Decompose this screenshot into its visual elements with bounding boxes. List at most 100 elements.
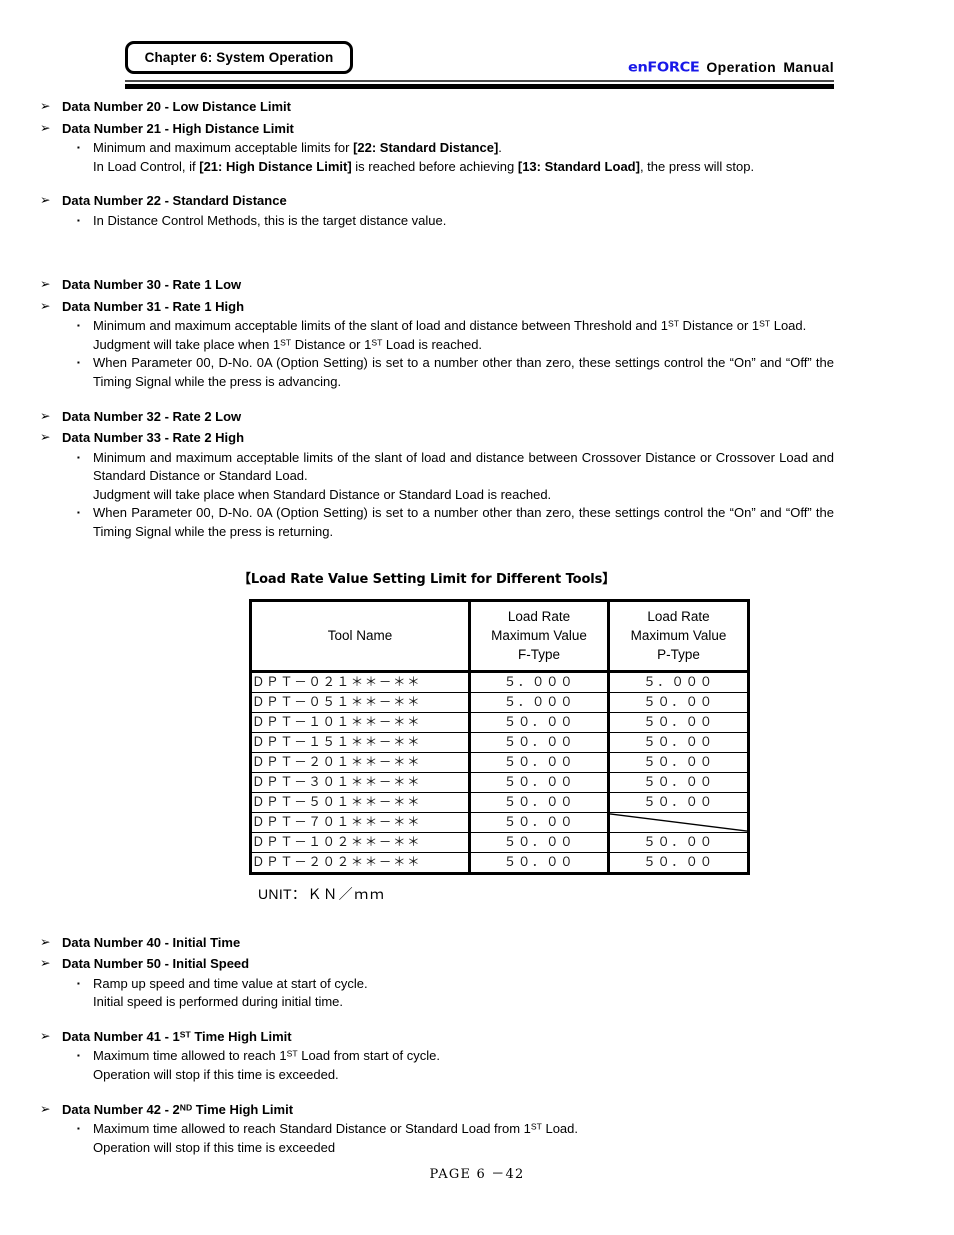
body-dn31-a: ▪ Minimum and maximum acceptable limits …	[0, 317, 954, 354]
square-bullet-icon: ▪	[77, 1124, 80, 1133]
square-bullet-icon: ▪	[77, 1051, 80, 1061]
col-header-ptype-l1: Load Rate	[647, 608, 710, 624]
cell-tool-name: ＤＰＴ－５０１＊＊－＊＊	[250, 791, 471, 813]
document-page: Chapter 6: System Operation enFORCE Oper…	[0, 0, 954, 1235]
cell-ftype: ５０．００	[469, 811, 610, 833]
arrow-bullet-icon: ➢	[40, 99, 51, 113]
unit-value: ＫＮ／ｍｍ	[307, 886, 386, 903]
heading-dn31: ➢ Data Number 31 - Rate 1 High	[0, 296, 954, 318]
dn21-ref-21: [21: High Distance Limit]	[199, 158, 352, 174]
table-caption: 【Load Rate Value Setting Limit for Diffe…	[238, 571, 616, 587]
dn21-ref-13: [13: Standard Load]	[517, 158, 640, 174]
dn31-line1-pre: Minimum and maximum acceptable limits of…	[93, 318, 668, 334]
body-dn42: ▪ Maximum time allowed to reach Standard…	[0, 1120, 954, 1157]
superscript-nd: ND	[179, 1101, 193, 1112]
table-body: ＤＰＴ－０２１＊＊－＊＊ ５．０００ ５．０００ ＤＰＴ－０５１＊＊－＊＊ ５．…	[250, 670, 749, 874]
table-row: ＤＰＴ－２０１＊＊－＊＊ ５０．００ ５０．００	[250, 751, 749, 773]
cell-ftype: ５．０００	[469, 670, 610, 693]
page-footer: PAGE 6 －42	[0, 1163, 954, 1182]
superscript-st: ST	[280, 337, 292, 348]
dn21-line1-c: .	[498, 140, 502, 155]
dn41-line1-post: Load from start of cycle.	[297, 1048, 440, 1064]
load-rate-table-block: 【Load Rate Value Setting Limit for Diffe…	[0, 570, 954, 904]
cell-ftype: ５０．００	[469, 771, 610, 793]
square-bullet-icon: ▪	[77, 358, 80, 368]
cell-ptype: ５０．００	[608, 731, 749, 753]
dn41-line1-pre: Maximum time allowed to reach 1	[93, 1048, 287, 1064]
dn22-line1: In Distance Control Methods, this is the…	[93, 212, 447, 228]
cell-ftype: ５０．００	[469, 791, 610, 813]
dn42-line1-post: Load.	[541, 1121, 579, 1136]
dn42-line2: Operation will stop if this time is exce…	[93, 1139, 336, 1155]
heading-dn40-label: Data Number 40 - Initial Time	[62, 934, 241, 950]
superscript-st: ST	[667, 318, 679, 329]
table-head: Tool Name Load Rate Maximum Value F-Type…	[250, 599, 749, 673]
manual-title: enFORCE Operation Manual	[628, 59, 834, 76]
cell-ptype: ５０．００	[608, 831, 749, 853]
body-dn41: ▪ Maximum time allowed to reach 1ST Load…	[0, 1047, 954, 1084]
section-dn32-33: ➢ Data Number 32 - Rate 2 Low ➢ Data Num…	[0, 406, 954, 542]
heading-dn21-label: Data Number 21 - High Distance Limit	[62, 120, 294, 136]
col-header-ftype-l3: F-Type	[517, 646, 560, 662]
cell-tool-name: ＤＰＴ－０２１＊＊－＊＊	[250, 670, 471, 693]
heading-dn30-label: Data Number 30 - Rate 1 Low	[62, 277, 242, 293]
enforce-logo: enFORCE	[628, 60, 700, 76]
body-dn22: ▪ In Distance Control Methods, this is t…	[0, 212, 954, 231]
cell-ptype: ５０．００	[608, 711, 749, 733]
square-bullet-icon: ▪	[77, 978, 80, 988]
superscript-st: ST	[530, 1121, 542, 1132]
arrow-bullet-icon: ➢	[40, 120, 51, 135]
page-content: ➢ Data Number 20 - Low Distance Limit ➢ …	[0, 96, 954, 1157]
superscript-st: ST	[286, 1048, 298, 1059]
heading-dn50-label: Data Number 50 - Initial Speed	[62, 956, 250, 972]
dn31-line1-post: Load.	[770, 318, 807, 334]
dn31-param-advancing: When Parameter 00, D-No. 0A (Option Sett…	[93, 355, 834, 390]
arrow-bullet-icon: ➢	[40, 298, 51, 313]
table-header-row: Tool Name Load Rate Maximum Value F-Type…	[250, 599, 749, 673]
col-header-ftype-l1: Load Rate	[507, 608, 571, 624]
heading-dn33: ➢ Data Number 33 - Rate 2 High	[0, 427, 954, 449]
dn33-line2: Judgment will take place when Standard D…	[93, 486, 552, 502]
heading-dn32: ➢ Data Number 32 - Rate 2 Low	[0, 406, 954, 428]
cell-ftype: ５０．００	[469, 851, 610, 874]
square-bullet-icon: ▪	[77, 321, 80, 331]
arrow-bullet-icon: ➢	[40, 956, 51, 971]
arrow-bullet-icon: ➢	[40, 934, 51, 949]
col-header-ftype-l2: Maximum Value	[491, 627, 587, 643]
dn40-line2: Initial speed is performed during initia…	[93, 994, 344, 1010]
header-rule-thick	[125, 84, 834, 89]
dn33-line1: Minimum and maximum acceptable limits of…	[93, 449, 834, 484]
cell-ptype: ５０．００	[608, 791, 749, 813]
section-dn20-21: ➢ Data Number 20 - Low Distance Limit ➢ …	[0, 96, 954, 176]
dn21-line2-e: , the press will stop.	[639, 158, 755, 174]
dn40-line1: Ramp up speed and time value at start of…	[93, 975, 368, 991]
cell-tool-name: ＤＰＴ－２０２＊＊－＊＊	[250, 851, 471, 874]
dn31-line2-mid: Distance or 1	[291, 336, 372, 352]
cell-tool-name: ＤＰＴ－１５１＊＊－＊＊	[250, 731, 471, 753]
heading-dn20-label: Data Number 20 - Low Distance Limit	[62, 99, 291, 114]
cell-tool-name: ＤＰＴ－１０２＊＊－＊＊	[250, 831, 471, 853]
dn42-line1-pre: Maximum time allowed to reach Standard D…	[93, 1121, 531, 1136]
heading-dn41-pre: Data Number 41 - 1	[62, 1028, 180, 1044]
dn21-line1-a: Minimum and maximum acceptable limits fo…	[93, 140, 354, 155]
section-dn40-50: ➢ Data Number 40 - Initial Time ➢ Data N…	[0, 932, 954, 1012]
cell-ftype: ５０．００	[469, 751, 610, 773]
body-dn31-b: ▪ When Parameter 00, D-No. 0A (Option Se…	[0, 354, 954, 391]
col-header-ptype: Load Rate Maximum Value P-Type	[608, 599, 749, 673]
col-header-ptype-l2: Maximum Value	[630, 627, 727, 643]
arrow-bullet-icon: ➢	[40, 1028, 51, 1043]
square-bullet-icon: ▪	[77, 215, 80, 225]
table-row: ＤＰＴ－１０２＊＊－＊＊ ５０．００ ５０．００	[250, 831, 749, 853]
cell-ftype: ５０．００	[469, 731, 610, 753]
table-row: ＤＰＴ－２０２＊＊－＊＊ ５０．００ ５０．００	[250, 851, 749, 874]
cell-ftype: ５０．００	[469, 831, 610, 853]
header-rule-thin	[125, 80, 834, 82]
cell-tool-name: ＤＰＴ－１０１＊＊－＊＊	[250, 711, 471, 733]
dn31-line1-mid: Distance or 1	[678, 318, 760, 334]
table-row: ＤＰＴ－１０１＊＊－＊＊ ５０．００ ５０．００	[250, 711, 749, 733]
square-bullet-icon: ▪	[77, 143, 80, 152]
arrow-bullet-icon: ➢	[40, 193, 51, 208]
cell-ptype: ５０．００	[608, 691, 749, 713]
